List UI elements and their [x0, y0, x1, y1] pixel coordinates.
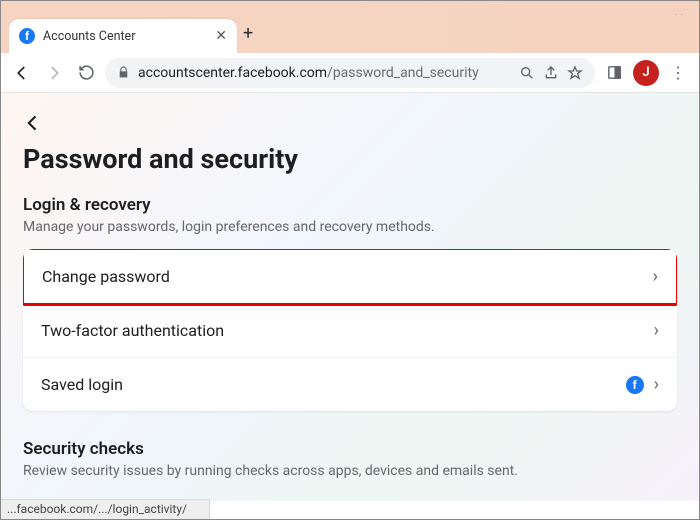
section-desc-security-checks: Review security issues by running checks…: [23, 463, 677, 479]
new-tab-button[interactable]: +: [243, 23, 253, 44]
bookmark-star-icon[interactable]: [567, 65, 583, 81]
row-label: Two-factor authentication: [41, 321, 224, 340]
chevron-right-icon: ›: [654, 320, 659, 341]
section-title-security-checks: Security checks: [23, 439, 677, 459]
row-label: Change password: [42, 267, 170, 286]
section-title-login-recovery: Login & recovery: [23, 195, 677, 215]
back-button[interactable]: [9, 60, 35, 86]
forward-button: [41, 60, 67, 86]
browser-tab[interactable]: f Accounts Center ✕: [9, 19, 237, 53]
row-label: Saved login: [41, 375, 123, 394]
row-two-factor[interactable]: Two-factor authentication ›: [23, 304, 677, 358]
close-tab-icon[interactable]: ✕: [215, 28, 227, 44]
chevron-right-icon: ›: [654, 374, 659, 395]
profile-avatar[interactable]: J: [633, 60, 659, 86]
chevron-right-icon: ›: [653, 266, 658, 287]
row-saved-login[interactable]: Saved login f ›: [23, 358, 677, 411]
row-change-password[interactable]: Change password ›: [24, 250, 676, 303]
tab-strip: f Accounts Center ✕ +: [1, 15, 699, 53]
page-content: Password and security Login & recovery M…: [1, 93, 699, 501]
search-icon[interactable]: [519, 65, 535, 81]
lock-icon: [117, 66, 130, 79]
status-bar: ...facebook.com/.../login_activity/: [1, 499, 210, 519]
menu-kebab-icon[interactable]: ⋮: [665, 60, 691, 86]
browser-toolbar: accountscenter.facebook.com/password_and…: [1, 53, 699, 93]
page-title: Password and security: [23, 143, 677, 175]
section-desc-login-recovery: Manage your passwords, login preferences…: [23, 219, 677, 235]
facebook-favicon: f: [19, 28, 35, 44]
share-icon[interactable]: [543, 65, 559, 81]
extensions-icon[interactable]: [601, 60, 627, 86]
reload-button[interactable]: [73, 60, 99, 86]
tab-title: Accounts Center: [43, 29, 207, 44]
back-chevron-icon[interactable]: [23, 113, 43, 133]
facebook-icon: f: [626, 376, 644, 394]
login-recovery-card: Change password › Two-factor authenticat…: [23, 249, 677, 411]
url-text: accountscenter.facebook.com/password_and…: [138, 65, 511, 81]
address-bar[interactable]: accountscenter.facebook.com/password_and…: [105, 58, 595, 88]
